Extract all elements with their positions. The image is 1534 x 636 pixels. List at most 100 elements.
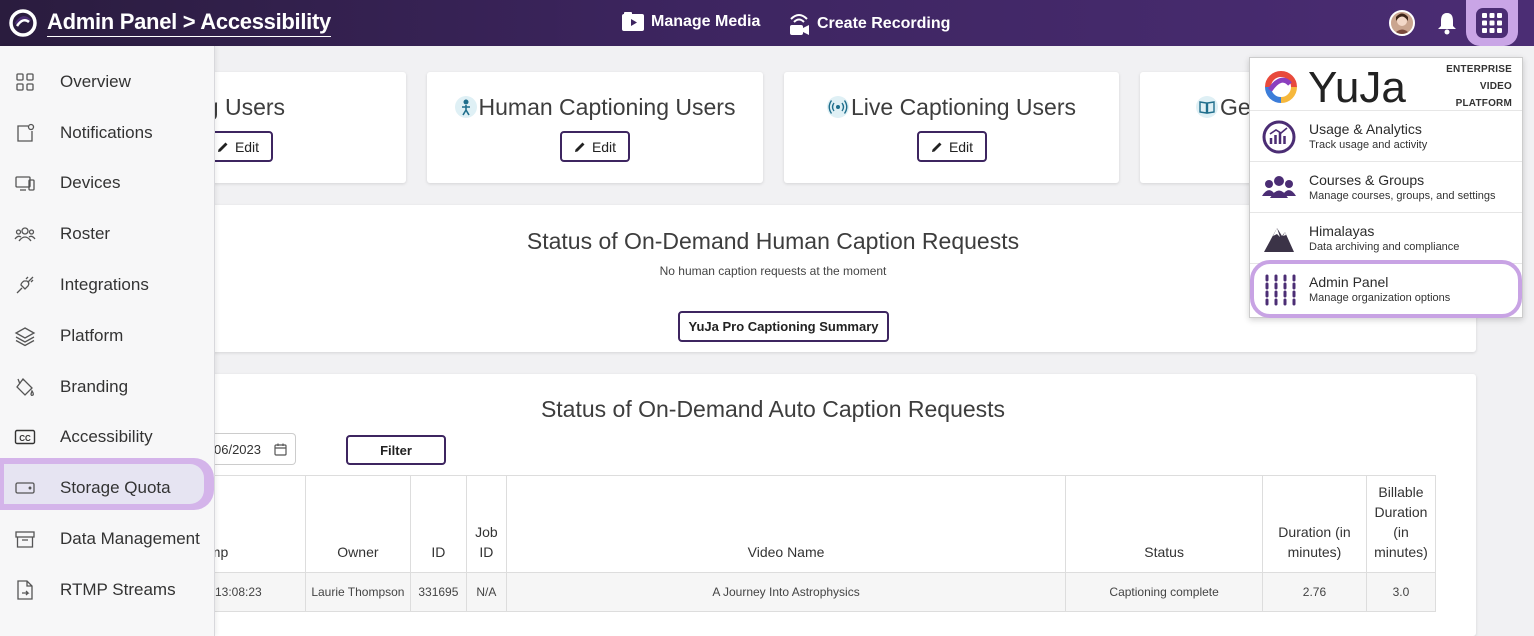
menu-item-description: Track usage and activity <box>1309 139 1428 151</box>
create-recording-label: Create Recording <box>817 15 951 32</box>
plug-icon <box>16 276 34 294</box>
pencil-icon <box>217 142 228 152</box>
column-owner[interactable]: Owner <box>304 475 411 573</box>
table-row[interactable]: 13:08:23 Laurie Thompson 331695 N/A A Jo… <box>198 572 1437 612</box>
bell-icon[interactable] <box>1436 11 1458 35</box>
live-captioning-card: Live Captioning Users Edit <box>784 72 1119 183</box>
yuja-brand-text: YuJa <box>1308 64 1406 110</box>
cell-job-id: N/A <box>465 572 507 612</box>
menu-item-himalayas[interactable]: Himalayas Data archiving and compliance <box>1250 212 1522 263</box>
human-captioning-title: Human Captioning Users <box>427 94 763 121</box>
cell-status: Captioning complete <box>1065 572 1264 612</box>
cell-billable-duration: 3.0 <box>1365 572 1437 612</box>
breadcrumb[interactable]: Admin Panel > Accessibility <box>47 9 331 37</box>
sidebar-item-label: Accessibility <box>60 427 153 446</box>
media-icon <box>622 12 644 31</box>
mountain-icon <box>1264 228 1294 252</box>
menu-item-description: Data archiving and compliance <box>1309 241 1460 253</box>
general-captioning-title: Ge <box>1196 94 1251 121</box>
groups-icon <box>1262 176 1296 198</box>
paint-bucket-icon <box>16 378 34 396</box>
pencil-icon <box>574 142 585 152</box>
human-captioning-label: Human Captioning Users <box>478 94 736 120</box>
analytics-icon <box>1262 120 1296 154</box>
manage-media-label: Manage Media <box>651 13 761 30</box>
human-captioning-card: Human Captioning Users Edit <box>427 72 763 183</box>
layers-icon <box>14 327 36 347</box>
cell-owner: Laurie Thompson <box>304 572 411 612</box>
menu-item-title: Himalayas <box>1309 223 1375 239</box>
sidebar-item-label: Devices <box>60 173 121 192</box>
human-captioning-icon <box>454 95 477 118</box>
table-header-row: amp Owner ID Job ID Video Name Status Du… <box>198 475 1437 573</box>
storage-icon <box>15 482 35 494</box>
admin-panel-highlight <box>1250 260 1522 318</box>
live-captioning-label: Live Captioning Users <box>850 94 1076 120</box>
live-captioning-edit-button[interactable]: Edit <box>917 131 987 162</box>
live-broadcast-icon <box>826 95 849 118</box>
menu-item-courses-groups[interactable]: Courses & Groups Manage courses, groups,… <box>1250 161 1522 212</box>
manage-media-button[interactable]: Manage Media <box>621 12 760 32</box>
sidebar-item-label: Branding <box>60 377 129 396</box>
edit-label: Edit <box>234 138 260 155</box>
stream-file-icon <box>17 580 33 600</box>
pencil-icon <box>931 142 942 152</box>
human-captioning-edit-button[interactable]: Edit <box>560 131 630 162</box>
menu-item-title: Courses & Groups <box>1309 172 1425 188</box>
column-duration[interactable]: Duration (in minutes) <box>1262 475 1367 573</box>
cell-duration: 2.76 <box>1262 572 1367 612</box>
avatar-face-icon <box>1391 12 1413 34</box>
app-switcher-button[interactable] <box>1466 0 1518 46</box>
sidebar-item-devices[interactable]: Devices <box>0 163 215 203</box>
column-video-name[interactable]: Video Name <box>505 475 1067 573</box>
caption-requests-table: amp Owner ID Job ID Video Name Status Du… <box>198 475 1437 612</box>
user-avatar[interactable] <box>1389 10 1415 36</box>
edit-label: Edit <box>591 138 617 155</box>
column-id[interactable]: ID <box>409 475 467 573</box>
recording-icon <box>790 14 809 35</box>
sidebar-item-label: Overview <box>60 72 131 91</box>
sidebar-item-platform[interactable]: Platform <box>0 316 215 356</box>
auto-requests-title: Status of On-Demand Auto Caption Request… <box>540 396 1006 422</box>
column-status[interactable]: Status <box>1065 475 1264 573</box>
sidebar-item-label: Data Management <box>60 529 200 548</box>
cell-id: 331695 <box>409 572 467 612</box>
menu-item-title: Usage & Analytics <box>1309 121 1422 137</box>
sidebar-item-rtmp-streams[interactable]: RTMP Streams <box>0 570 215 610</box>
top-bar: Admin Panel > Accessibility Manage Media… <box>0 0 1534 46</box>
sidebar-item-accessibility[interactable]: CC Accessibility <box>0 417 215 457</box>
create-recording-button[interactable]: Create Recording <box>787 12 950 36</box>
svg-text:CC: CC <box>19 434 31 443</box>
yuja-brand-logo: YuJa <box>1265 64 1406 110</box>
app-grid-icon <box>1482 13 1502 33</box>
filter-button[interactable]: Filter <box>346 435 446 465</box>
sidebar-item-overview[interactable]: Overview <box>0 62 215 102</box>
roster-icon <box>14 227 36 242</box>
sidebar-item-label: Platform <box>60 326 124 345</box>
notification-icon <box>17 123 35 142</box>
sidebar-item-branding[interactable]: Branding <box>0 367 215 407</box>
yuja-logo-icon[interactable] <box>8 9 38 37</box>
sidebar-item-roster[interactable]: Roster <box>0 214 215 254</box>
sidebar: Overview Notifications Devices Roster In… <box>0 46 215 636</box>
sidebar-item-label: Storage Quota <box>60 478 171 497</box>
general-captioning-label: Ge <box>1220 94 1251 120</box>
sidebar-item-data-management[interactable]: Data Management <box>0 519 215 559</box>
sidebar-item-label: Integrations <box>60 275 149 294</box>
sidebar-item-label: Notifications <box>60 123 153 142</box>
sidebar-item-storage-quota[interactable]: Storage Quota <box>0 468 215 508</box>
sidebar-item-integrations[interactable]: Integrations <box>0 265 215 305</box>
cell-video-name: A Journey Into Astrophysics <box>505 572 1067 612</box>
pro-captioning-summary-button[interactable]: YuJa Pro Captioning Summary <box>678 311 889 342</box>
menu-item-usage-analytics[interactable]: Usage & Analytics Track usage and activi… <box>1250 110 1522 161</box>
date-value: 06/2023 <box>214 441 261 457</box>
sidebar-item-label: RTMP Streams <box>60 580 176 599</box>
calendar-icon[interactable] <box>274 443 287 456</box>
devices-icon <box>15 176 35 191</box>
column-billable-duration[interactable]: Billable Duration (in minutes) <box>1365 475 1437 573</box>
sidebar-item-notifications[interactable]: Notifications <box>0 113 215 153</box>
grid-icon <box>16 73 34 91</box>
archive-icon <box>15 531 35 548</box>
column-job-id[interactable]: Job ID <box>465 475 507 573</box>
live-captioning-title: Live Captioning Users <box>784 94 1119 121</box>
